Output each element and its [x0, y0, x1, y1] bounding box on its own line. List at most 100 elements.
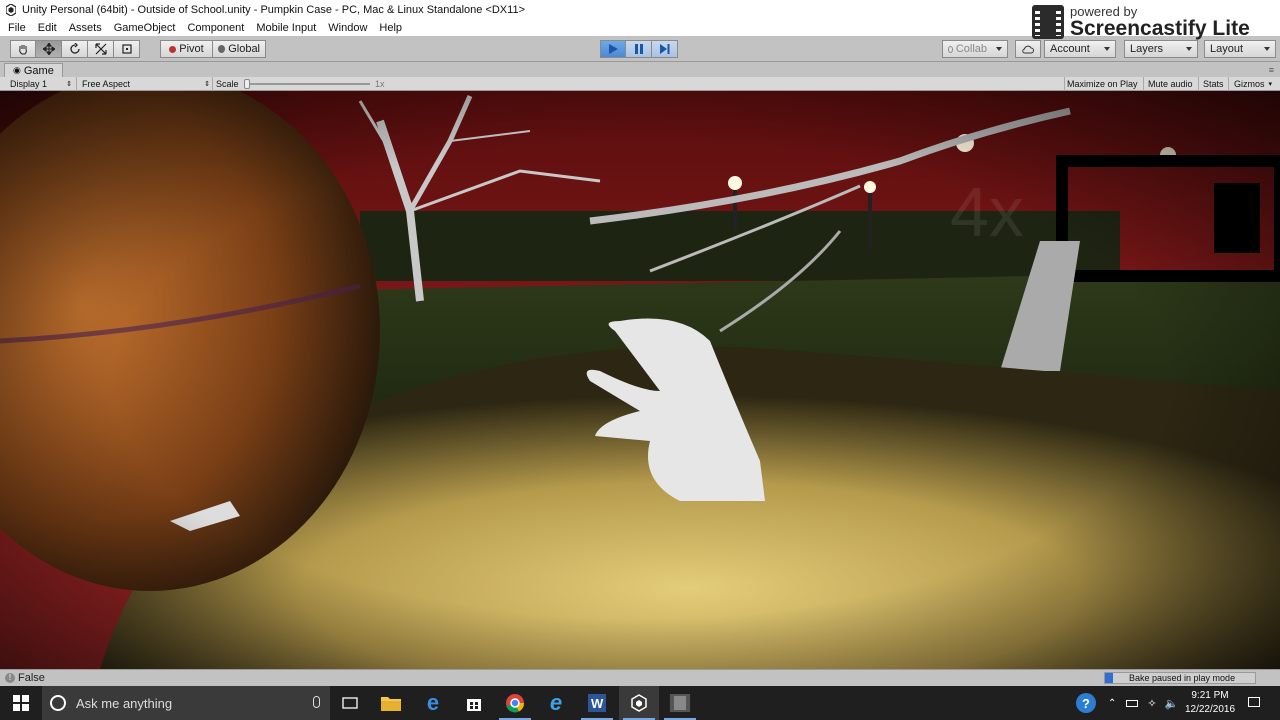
- wifi-icon[interactable]: ✧: [1147, 697, 1156, 710]
- pivot-label: Pivot: [179, 43, 204, 55]
- file-explorer-button[interactable]: [371, 686, 411, 720]
- hand-tool-button[interactable]: [10, 40, 36, 58]
- game-controller-icon: ◉: [13, 65, 21, 75]
- updown-icon: ⇕: [66, 81, 72, 88]
- move-tool-button[interactable]: [36, 40, 62, 58]
- account-dropdown[interactable]: Account: [1044, 40, 1116, 58]
- divider: [1064, 77, 1065, 91]
- scale-tool-button[interactable]: [88, 40, 114, 58]
- gizmos-dropdown[interactable]: Gizmos ▾: [1234, 78, 1272, 90]
- rotate-tool-button[interactable]: [62, 40, 88, 58]
- collab-button[interactable]: Collab: [942, 40, 1008, 58]
- stats-toggle[interactable]: Stats: [1203, 78, 1224, 90]
- menu-component[interactable]: Component: [187, 22, 244, 34]
- chevron-down-icon: ▾: [1268, 81, 1273, 88]
- display-label: Display 1: [10, 79, 48, 89]
- clock-date: 12/22/2016: [1184, 704, 1236, 715]
- divider: [1198, 77, 1199, 91]
- start-button[interactable]: [0, 686, 42, 720]
- unity-icon: [631, 694, 647, 712]
- divider: [212, 77, 213, 91]
- display-dropdown[interactable]: Display 1 ⇕: [10, 78, 72, 90]
- chrome-button[interactable]: [495, 686, 535, 720]
- cortana-search-box[interactable]: Ask me anything: [42, 686, 330, 720]
- microphone-icon[interactable]: [313, 696, 320, 708]
- game-tab-bar: ◉ Game ≡: [0, 62, 1280, 77]
- play-button[interactable]: [600, 40, 626, 58]
- layout-dropdown[interactable]: Layout: [1204, 40, 1276, 58]
- notifications-icon[interactable]: [1248, 697, 1260, 707]
- cloud-button[interactable]: [1015, 40, 1041, 58]
- global-label: Global: [228, 43, 260, 55]
- scale-slider-thumb[interactable]: [244, 79, 250, 89]
- edge-browser-button[interactable]: e: [413, 686, 453, 720]
- system-tray: ? ⌃ ✧ 🔈: [1076, 686, 1178, 720]
- layout-label: Layout: [1210, 43, 1244, 55]
- menu-help[interactable]: Help: [379, 22, 402, 34]
- layers-dropdown[interactable]: Layers: [1124, 40, 1198, 58]
- cortana-icon: [50, 695, 66, 711]
- task-view-button[interactable]: [330, 686, 370, 720]
- edge-icon: e: [426, 690, 440, 715]
- taskbar-clock[interactable]: 9:21 PM 12/22/2016: [1184, 689, 1236, 717]
- windows-logo-icon: [13, 695, 29, 711]
- globe-icon: [218, 45, 226, 53]
- screencastify-taskbar-button[interactable]: [660, 686, 700, 720]
- bake-progress: Bake paused in play mode: [1104, 672, 1256, 684]
- menu-window[interactable]: Window: [328, 22, 367, 34]
- scale-label: Scale: [216, 79, 239, 89]
- menu-file[interactable]: File: [8, 22, 26, 34]
- step-button[interactable]: [652, 40, 678, 58]
- screencastify-watermark: powered by Screencastify Lite: [1032, 2, 1278, 42]
- mute-audio-toggle[interactable]: Mute audio: [1148, 78, 1193, 90]
- film-strip-icon: [1032, 5, 1064, 39]
- word-button[interactable]: W: [577, 686, 617, 720]
- aspect-dropdown[interactable]: Free Aspect ⇕: [82, 78, 210, 90]
- scale-slider-track[interactable]: [246, 83, 370, 85]
- vignette: [0, 91, 1280, 669]
- tab-game-label: Game: [23, 64, 54, 77]
- console-status-message[interactable]: False: [18, 672, 45, 684]
- maximize-on-play-toggle[interactable]: Maximize on Play: [1067, 78, 1138, 90]
- menu-edit[interactable]: Edit: [38, 22, 57, 34]
- store-button[interactable]: [454, 686, 494, 720]
- pivot-toggle[interactable]: Pivot: [160, 40, 213, 58]
- menu-mobile-input[interactable]: Mobile Input: [256, 22, 316, 34]
- transform-tools: [10, 40, 140, 58]
- tab-game[interactable]: ◉ Game: [4, 63, 63, 77]
- layers-label: Layers: [1130, 43, 1164, 55]
- internet-explorer-button[interactable]: e: [536, 686, 576, 720]
- collab-icon: [948, 45, 953, 53]
- gizmos-label: Gizmos: [1234, 79, 1265, 89]
- chevron-down-icon: [996, 47, 1002, 51]
- hand-icon: [19, 45, 27, 55]
- game-view-toolbar: Display 1 ⇕ Free Aspect ⇕ Scale 1x Maxim…: [0, 77, 1280, 91]
- task-view-icon: [342, 697, 358, 709]
- store-icon: [467, 699, 481, 711]
- pause-button[interactable]: [626, 40, 652, 58]
- unity-taskbar-button[interactable]: [619, 686, 659, 720]
- battery-icon[interactable]: [1126, 699, 1139, 707]
- chevron-up-icon[interactable]: ⌃: [1108, 698, 1116, 709]
- scale-value: 1x: [375, 79, 385, 89]
- menu-gameobject[interactable]: GameObject: [114, 22, 176, 34]
- svg-text:W: W: [591, 696, 604, 711]
- menu-assets[interactable]: Assets: [69, 22, 102, 34]
- panel-menu-icon[interactable]: ≡: [1269, 65, 1274, 75]
- volume-icon[interactable]: 🔈: [1165, 697, 1179, 710]
- cloud-group: [1015, 40, 1041, 58]
- game-viewport[interactable]: 4x: [0, 91, 1280, 669]
- rect-transform-icon: [121, 44, 132, 54]
- word-icon: W: [588, 694, 606, 712]
- chevron-down-icon: [1186, 47, 1192, 51]
- chevron-down-icon: [1104, 47, 1110, 51]
- global-toggle[interactable]: Global: [213, 40, 266, 58]
- updown-icon: ⇕: [204, 81, 210, 88]
- play-icon: [609, 44, 618, 54]
- divider: [76, 77, 77, 91]
- help-icon[interactable]: ?: [1076, 693, 1096, 713]
- search-placeholder: Ask me anything: [76, 695, 173, 711]
- divider: [1228, 77, 1229, 91]
- rect-tool-button[interactable]: [114, 40, 140, 58]
- internet-explorer-icon: e: [549, 690, 563, 715]
